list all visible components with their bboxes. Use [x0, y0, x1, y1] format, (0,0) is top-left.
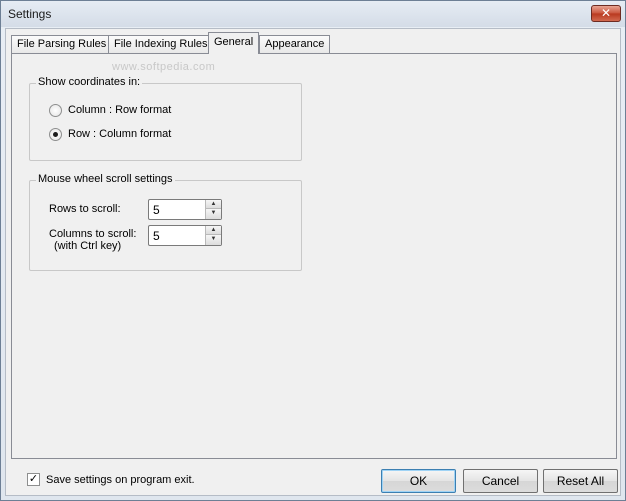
arrow-down-icon[interactable]: ▼: [206, 235, 221, 245]
radio-button[interactable]: [49, 127, 62, 141]
coordinates-group: Show coordinates in: Column : Row format…: [29, 76, 302, 161]
reset-all-button[interactable]: Reset All: [543, 469, 618, 493]
tab-file-indexing-rules[interactable]: File Indexing Rules: [108, 35, 214, 53]
title-bar: Settings ✕: [1, 1, 625, 27]
arrow-down-icon[interactable]: ▼: [206, 209, 221, 219]
save-on-exit-option[interactable]: ✓ Save settings on program exit.: [27, 473, 195, 486]
radio-row-column-format[interactable]: Row : Column format: [49, 126, 171, 142]
tab-label: General: [214, 36, 254, 48]
radio-label: Row : Column format: [68, 128, 172, 140]
rows-to-scroll-label: Rows to scroll:: [49, 203, 121, 215]
radio-column-row-format[interactable]: Column : Row format: [49, 102, 171, 118]
scroll-settings-group-title: Mouse wheel scroll settings: [36, 173, 175, 185]
rows-to-scroll-stepper[interactable]: 5 ▲ ▼: [148, 199, 222, 220]
columns-to-scroll-value[interactable]: 5: [153, 229, 160, 243]
stepper-arrows: ▲ ▼: [205, 200, 221, 219]
arrow-up-icon[interactable]: ▲: [206, 226, 221, 235]
cancel-button[interactable]: Cancel: [463, 469, 538, 493]
close-icon: ✕: [600, 6, 612, 20]
columns-to-scroll-label: Columns to scroll:: [49, 228, 137, 240]
tab-label: Appearance: [265, 38, 325, 50]
general-tab-panel: www.softpedia.com Show coordinates in: C…: [11, 53, 617, 459]
coordinates-group-title: Show coordinates in:: [36, 76, 143, 88]
close-button[interactable]: ✕: [591, 5, 621, 22]
stepper-arrows: ▲ ▼: [205, 226, 221, 245]
arrow-up-icon[interactable]: ▲: [206, 200, 221, 209]
columns-to-scroll-sublabel: (with Ctrl key): [54, 240, 122, 252]
save-on-exit-label: Save settings on program exit.: [46, 473, 195, 486]
tab-file-parsing-rules[interactable]: File Parsing Rules: [11, 35, 113, 53]
settings-window: Settings ✕ File Parsing Rules File Index…: [0, 0, 626, 501]
dialog-client-area: File Parsing Rules File Indexing Rules G…: [5, 28, 621, 496]
watermark: www.softpedia.com: [112, 61, 216, 73]
radio-button[interactable]: [49, 103, 62, 117]
save-on-exit-checkbox[interactable]: ✓: [27, 473, 40, 486]
window-title: Settings: [8, 7, 52, 21]
rows-to-scroll-value[interactable]: 5: [153, 203, 160, 217]
tab-general[interactable]: General: [208, 32, 260, 54]
columns-to-scroll-stepper[interactable]: 5 ▲ ▼: [148, 225, 222, 246]
tab-appearance[interactable]: Appearance: [259, 35, 331, 53]
tab-label: File Parsing Rules: [17, 38, 107, 50]
tab-label: File Indexing Rules: [114, 38, 208, 50]
ok-button[interactable]: OK: [381, 469, 456, 493]
scroll-settings-group: Mouse wheel scroll settings Rows to scro…: [29, 173, 302, 271]
radio-label: Column : Row format: [68, 104, 172, 116]
